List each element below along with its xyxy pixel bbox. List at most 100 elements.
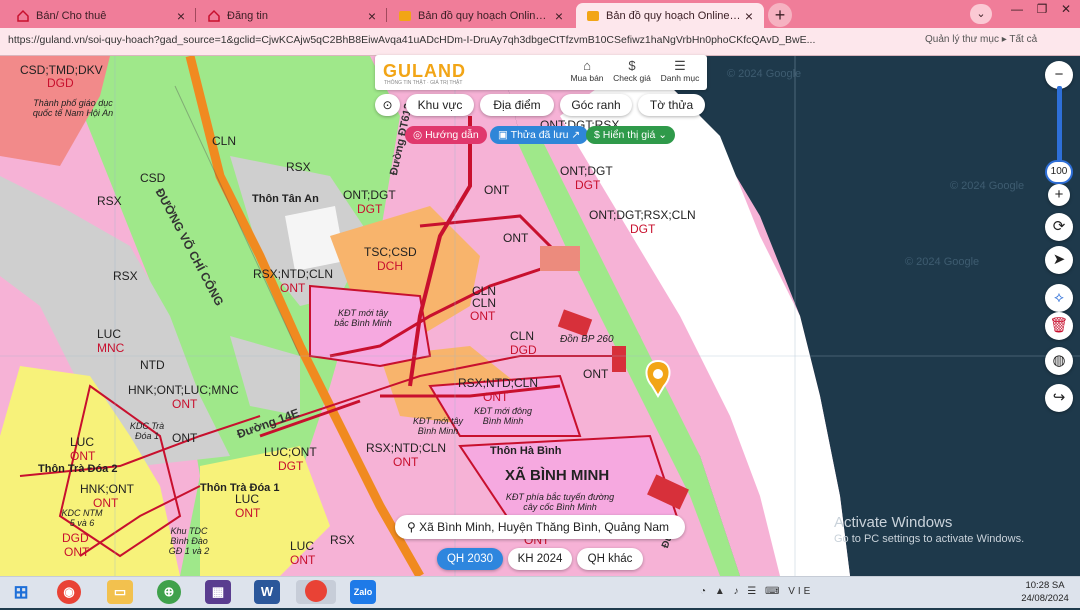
zoom-out-button[interactable]: − bbox=[1045, 61, 1073, 89]
activate-title: Activate Windows bbox=[834, 514, 953, 531]
crosshair-icon: ⊙ bbox=[382, 98, 393, 112]
hien-thi-gia-chip[interactable]: $ Hiển thị giá ⌄ bbox=[586, 126, 676, 144]
pin-icon: ⚲ bbox=[407, 520, 420, 534]
close-icon[interactable]: × bbox=[174, 8, 188, 24]
tab-ban-do-1[interactable]: Bản đồ quy hoạch Online trực tu × bbox=[388, 3, 574, 28]
map-label: ONT;DGT bbox=[343, 188, 396, 202]
zoom-in-button[interactable]: + bbox=[1048, 184, 1070, 206]
tab-qh-khac[interactable]: QH khác bbox=[577, 548, 643, 570]
map-label: ONT bbox=[64, 545, 90, 559]
map-label: ONT bbox=[393, 455, 419, 469]
map-label: MNC bbox=[97, 341, 125, 355]
thua-da-luu-chip[interactable]: ▣ Thửa đã lưu ↗ bbox=[490, 126, 589, 144]
map-label: Thôn Hà Bình bbox=[490, 445, 562, 457]
close-icon[interactable]: × bbox=[365, 8, 379, 24]
map-label: DGT bbox=[357, 202, 383, 216]
help-icon: ◎ bbox=[413, 129, 426, 141]
close-icon[interactable]: × bbox=[552, 8, 566, 24]
map-label: Thôn Tân An bbox=[252, 193, 319, 205]
guland-tagline: THÔNG TIN THẬT · GIÁ TRỊ THẬT bbox=[384, 80, 463, 86]
mua-ban-button[interactable]: ⌂ Mua bán bbox=[563, 59, 611, 84]
mode-to-thua[interactable]: Tờ thửa bbox=[638, 94, 705, 116]
map-label: LUC bbox=[290, 539, 315, 553]
clock-time: 10:28 SA bbox=[1025, 580, 1065, 591]
word-icon[interactable]: W bbox=[254, 580, 280, 604]
windows-start-icon[interactable]: ⊞ bbox=[8, 580, 34, 604]
trash-icon[interactable]: 🗑 bbox=[1045, 312, 1073, 340]
guland-logo[interactable]: GULAND bbox=[383, 61, 466, 82]
language-indicator[interactable]: VIE bbox=[788, 586, 813, 597]
tab-ban-do-active[interactable]: Bản đồ quy hoạch Online trực tu × bbox=[576, 3, 764, 28]
guland-header: GULAND THÔNG TIN THẬT · GIÁ TRỊ THẬT ⌂ Mu… bbox=[375, 55, 707, 90]
activate-subtitle: Go to PC settings to activate Windows. bbox=[834, 533, 1025, 545]
map-label: HNK;ONT;LUC;MNC bbox=[128, 383, 239, 397]
dollar-icon: $ bbox=[594, 129, 603, 141]
map-label: ONT;DGT;RSX;CLN bbox=[589, 208, 696, 222]
guland-favicon-icon bbox=[399, 10, 411, 21]
tab-title: Bán/ Cho thuê bbox=[36, 9, 107, 22]
mode-dia-diem[interactable]: Địa điểm bbox=[480, 94, 554, 116]
map-label: HNK;ONT bbox=[80, 482, 134, 496]
share-icon[interactable]: ↪ bbox=[1045, 384, 1073, 412]
map-label: Thành phố giáo dục quốc tế Nam Hội An bbox=[32, 98, 114, 118]
chrome-active-icon[interactable] bbox=[296, 580, 336, 604]
file-explorer-icon[interactable]: ▭ bbox=[107, 580, 133, 604]
tab-kh-2024[interactable]: KH 2024 bbox=[508, 548, 572, 570]
map-label: ONT bbox=[70, 449, 96, 463]
map-label: ONT bbox=[235, 506, 261, 520]
maps-icon[interactable]: ⊕ bbox=[157, 580, 181, 604]
restore-icon[interactable]: ❐ bbox=[1030, 2, 1054, 16]
map-label: RSX bbox=[330, 533, 355, 547]
danh-muc-button[interactable]: ☰ Danh mục bbox=[656, 59, 704, 84]
bookmark-icon: ▣ bbox=[498, 129, 511, 141]
zoom-slider[interactable] bbox=[1057, 86, 1062, 166]
url-field[interactable]: https://guland.vn/soi-quy-hoach?gad_sour… bbox=[8, 34, 920, 46]
huong-dan-chip[interactable]: ◎ Hướng dẫn bbox=[405, 126, 487, 144]
location-bar[interactable]: ⚲ Xã Bình Minh, Huyện Thăng Bình, Quảng … bbox=[395, 515, 685, 539]
map-label: CSD;TMD;DKV bbox=[20, 63, 103, 77]
palette-icon[interactable]: ◍ bbox=[1045, 347, 1073, 375]
map-label: DGD bbox=[510, 343, 537, 357]
chevron-down-icon: ⌄ bbox=[655, 129, 668, 141]
map-watermark: © 2024 Google bbox=[950, 180, 1025, 192]
tab-ban-cho-thue[interactable]: Bán/ Cho thuê × bbox=[6, 3, 196, 28]
zalo-icon[interactable]: Zalo bbox=[350, 580, 376, 604]
new-tab-button[interactable]: + bbox=[768, 3, 792, 27]
map-label: NTD bbox=[140, 358, 165, 372]
app-store-icon[interactable]: ▦ bbox=[205, 580, 231, 604]
map-label: KĐT mới tây Bình Minh bbox=[413, 416, 463, 436]
map-label: DGT bbox=[630, 222, 656, 236]
tab-dang-tin[interactable]: Đăng tin × bbox=[197, 3, 387, 28]
navigate-icon[interactable]: ➤ bbox=[1045, 246, 1073, 274]
map-label: ONT bbox=[172, 397, 198, 411]
clock[interactable]: 10:28 SA 24/08/2024 bbox=[1015, 579, 1075, 605]
measure-icon[interactable]: ⟡ bbox=[1045, 284, 1073, 312]
map-label: KĐT mới đông Bình Minh bbox=[474, 406, 532, 426]
map-label: ONT bbox=[483, 390, 509, 404]
tab-qh-2030[interactable]: QH 2030 bbox=[437, 548, 503, 570]
map-label: ONT bbox=[280, 281, 306, 295]
house-favicon-icon bbox=[208, 9, 220, 22]
locate-me-button[interactable]: ⊙ bbox=[375, 94, 400, 116]
map-label: LUC bbox=[235, 492, 260, 506]
system-tray[interactable]: ◔ ▲ ♪ ☰ ⌨ VIE bbox=[700, 586, 813, 597]
map-label: TSC;CSD bbox=[364, 245, 417, 259]
tab-search-button[interactable]: ⌄ bbox=[970, 4, 992, 24]
chrome-icon[interactable]: ◉ bbox=[57, 580, 81, 604]
map-watermark: © 2024 Google bbox=[727, 68, 802, 80]
mode-khu-vuc[interactable]: Khu vực bbox=[406, 94, 474, 116]
bookmark-bar-text[interactable]: Quản lý thư mục ▸ Tất cả bbox=[925, 34, 1075, 45]
map-label: RSX bbox=[286, 160, 311, 174]
refresh-icon[interactable]: ⟳ bbox=[1045, 213, 1073, 241]
map-label: DGT bbox=[278, 459, 304, 473]
map-label: ONT bbox=[503, 231, 529, 245]
map-label: RSX;NTD;CLN bbox=[253, 267, 334, 281]
map-label: RSX;NTD;CLN bbox=[366, 441, 447, 455]
check-gia-button[interactable]: $ Check giá bbox=[608, 59, 656, 84]
map-label: LUC bbox=[70, 435, 95, 449]
minimize-icon[interactable]: — bbox=[1005, 2, 1029, 16]
close-window-icon[interactable]: ✕ bbox=[1054, 2, 1078, 16]
close-icon[interactable]: × bbox=[742, 8, 756, 24]
map-label: LUC bbox=[97, 327, 122, 341]
mode-goc-ranh[interactable]: Góc ranh bbox=[560, 94, 632, 116]
